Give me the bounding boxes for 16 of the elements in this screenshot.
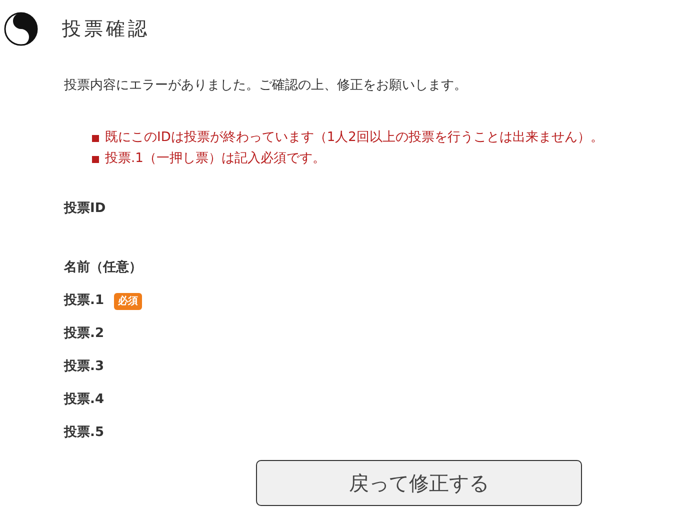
error-item: 既にこのIDは投票が終わっています（1人2回以上の投票を行うことは出来ません）。: [105, 129, 604, 148]
bullet-icon: [92, 156, 99, 162]
bullet-icon: [92, 134, 99, 142]
field-label: 投票.3: [64, 358, 104, 376]
field-label: 名前（任意）: [64, 258, 142, 278]
back-button[interactable]: 戻って修正する: [256, 460, 582, 506]
field-label: 投票.1: [64, 292, 104, 310]
error-message: 投票内容にエラーがありました。ご確認の上、修正をお願いします。: [64, 77, 468, 95]
page-title: 投票確認: [62, 16, 150, 42]
field-label: 投票.5: [64, 424, 104, 442]
required-tag: 必須: [114, 292, 142, 310]
field-label: 投票.4: [64, 391, 104, 410]
field-label: 投票ID: [64, 200, 106, 218]
error-item: 投票.1（一押し票）は記入必須です。: [105, 150, 326, 168]
field-label: 投票.2: [64, 325, 104, 344]
yin-yang-icon: [4, 12, 38, 46]
